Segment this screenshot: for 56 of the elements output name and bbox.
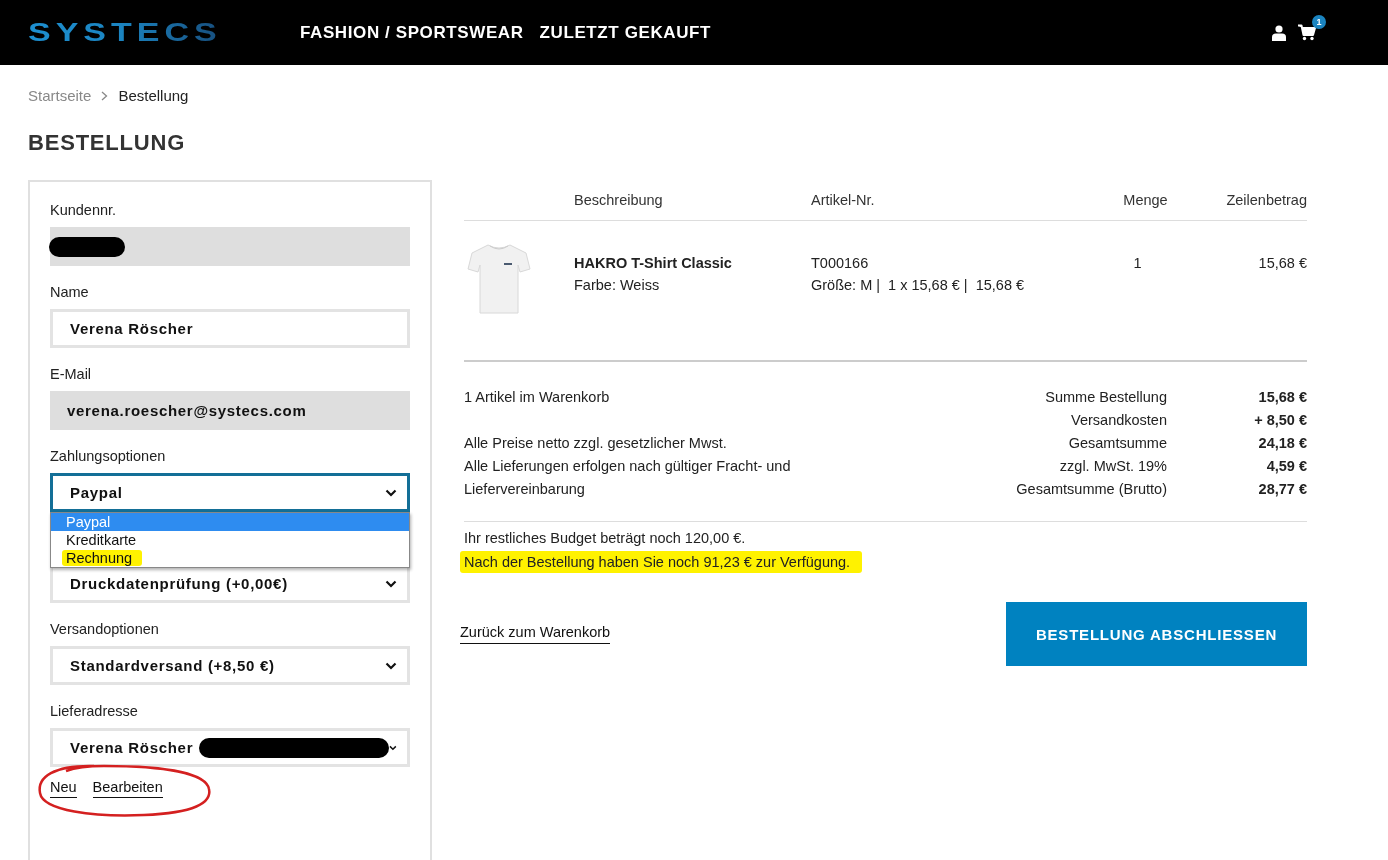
breadcrumb-link[interactable]: Startseite: [28, 87, 92, 104]
amount-cell: 15,68 €: [1258, 255, 1307, 271]
chevron-down-icon: [385, 488, 397, 497]
total-label: zzgl. MwSt. 19%: [1058, 457, 1167, 476]
field-label: Zahlungsoptionen: [50, 448, 166, 464]
field-label: Versandoptionen: [50, 621, 159, 637]
total-value: + 8,50 €: [1254, 412, 1307, 428]
total-label: Gesamtsumme (Brutto): [1016, 480, 1167, 499]
cart-icon[interactable]: [1298, 24, 1316, 41]
submit-order-button[interactable]: BESTELLUNG ABSCHLIESSEN: [1006, 602, 1307, 666]
article-number: T000166: [811, 255, 870, 271]
column-header: Menge: [1123, 192, 1168, 208]
dropdown-option[interactable]: Rechnung: [51, 549, 409, 567]
readonly-field[interactable]: [50, 227, 410, 266]
total-value: 24,18 €: [1258, 435, 1307, 451]
column-header: Beschreibung: [574, 192, 663, 208]
readonly-field[interactable]: verena.roescher@systecs.com: [50, 391, 410, 430]
select-field[interactable]: Verena Röscher: [50, 728, 410, 767]
total-label: Summe Bestellung: [1044, 388, 1167, 407]
field-label: Lieferadresse: [50, 703, 138, 719]
item-count: 1 Artikel im Warenkorb: [464, 388, 611, 407]
chevron-down-icon: [385, 661, 397, 670]
input-field[interactable]: Verena Röscher: [50, 309, 410, 348]
budget-text: Ihr restliches Budget beträgt noch 120,00 €.: [464, 530, 746, 546]
field-label: Name: [50, 284, 89, 300]
chevron-down-icon: [385, 579, 397, 588]
text-link[interactable]: Neu: [50, 779, 77, 798]
text-link[interactable]: Bearbeiten: [92, 779, 163, 798]
chevron-right-icon: [101, 90, 109, 101]
back-link[interactable]: Zurück zum Warenkorb: [460, 624, 611, 644]
column-header: Artikel-Nr.: [811, 192, 875, 208]
product-variant: Farbe: Weiss: [574, 277, 661, 293]
page-title: BESTELLUNG: [28, 130, 187, 156]
budget-text: Nach der Bestellung haben Sie noch 91,23 € zur Verfügung.: [460, 551, 863, 573]
field-label: Kundennr.: [50, 202, 117, 218]
note-text: Alle Lieferungen erfolgen nach gültiger Fracht- und Liefervereinbarung: [464, 457, 792, 499]
total-value: 28,77 €: [1258, 481, 1307, 497]
total-value: 4,59 €: [1266, 458, 1307, 474]
select-field[interactable]: Standardversand (+8,50 €): [50, 646, 410, 685]
total-label: Versandkosten: [1070, 411, 1167, 430]
chevron-down-icon: [389, 743, 397, 752]
note-text: Alle Preise netto zzgl. gesetzlicher Mwst.: [464, 434, 728, 453]
total-label: Gesamtsumme: [1067, 434, 1167, 453]
nav-link[interactable]: ZULETZT GEKAUFT: [539, 22, 711, 43]
user-icon[interactable]: [1272, 24, 1286, 41]
field-label: E-Mail: [50, 366, 92, 382]
product-name: HAKRO T-Shirt Classic: [574, 255, 733, 271]
total-value: 15,68 €: [1258, 389, 1307, 405]
cart-count-badge: 1: [1312, 15, 1326, 29]
select-field[interactable]: Paypal: [50, 473, 410, 512]
product-details: Größe: M | 1 x 15,68 € | 15,68 €: [811, 277, 1026, 293]
nav-link[interactable]: FASHION / SPORTSWEAR: [300, 22, 524, 43]
breadcrumb-link[interactable]: Bestellung: [118, 87, 189, 104]
quantity-cell: 1: [1133, 255, 1142, 271]
dropdown-option[interactable]: Kreditkarte: [51, 531, 409, 549]
column-header: Zeilenbetrag: [1226, 192, 1307, 208]
